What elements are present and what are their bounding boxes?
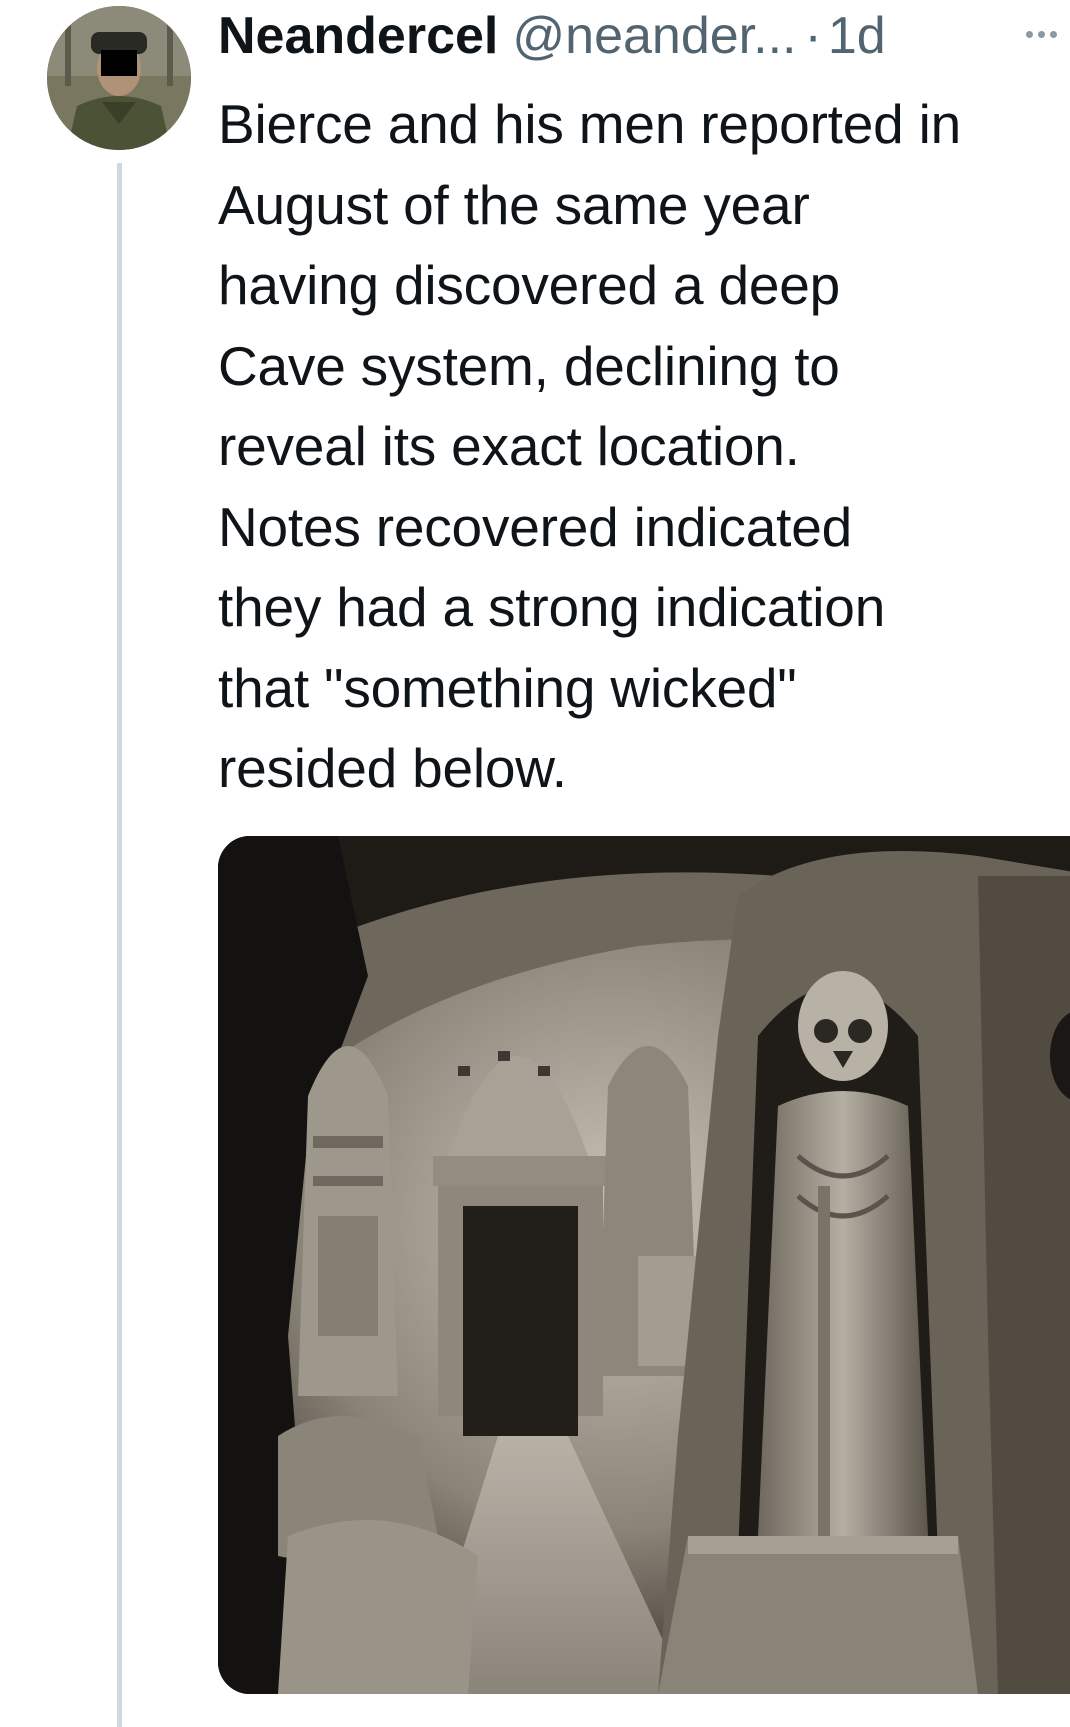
avatar[interactable]	[47, 6, 191, 150]
tweet-text-line: Notes recovered indicated	[218, 495, 852, 558]
tweet-text-line: resided below.	[218, 737, 567, 799]
display-name[interactable]: Neandercel	[218, 4, 498, 68]
tweet-text-line: they had a strong indication	[218, 576, 886, 638]
tweet-text: Bierce and his men reported in August of…	[218, 84, 1070, 809]
tweet-media-image[interactable]	[218, 836, 1070, 1694]
tweet[interactable]: Neandercel @neander... · 1d Bierce and h…	[0, 0, 1070, 1727]
thread-connector-line	[117, 163, 122, 1727]
more-horizontal-icon[interactable]	[1026, 14, 1070, 54]
tweet-header: Neandercel @neander... · 1d	[218, 4, 886, 68]
timestamp[interactable]: 1d	[828, 4, 886, 68]
tweet-text-line: that "something wicked"	[218, 656, 797, 719]
cave-illustration	[218, 836, 1070, 1694]
tweet-text-line: Bierce and his men reported in	[218, 93, 962, 155]
tweet-text-line: August of the same year	[218, 173, 810, 236]
user-handle[interactable]: @neander...	[512, 4, 796, 68]
avatar-image	[47, 6, 191, 150]
tweet-text-line: Cave system, declining to	[218, 334, 840, 397]
separator-dot: ·	[804, 7, 822, 65]
tweet-text-line: having discovered a deep	[218, 254, 841, 316]
tweet-text-line: reveal its exact location.	[218, 415, 800, 477]
